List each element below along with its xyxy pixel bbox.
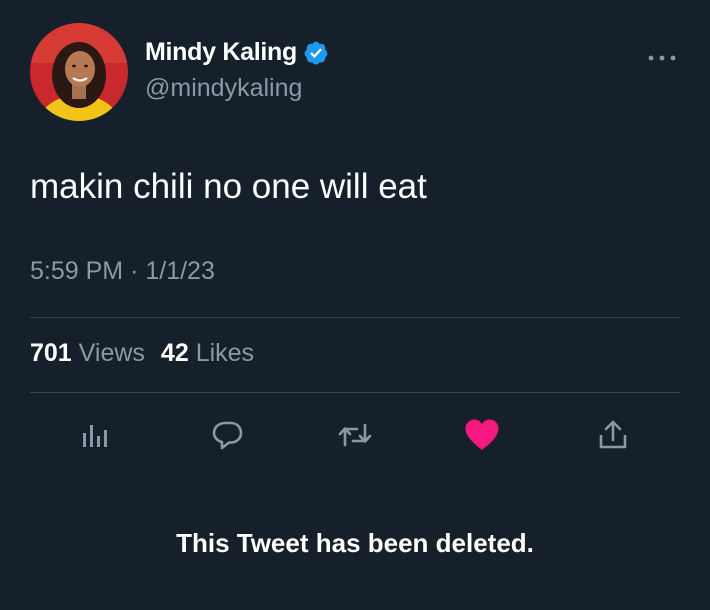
divider	[30, 317, 680, 318]
more-options-icon[interactable]	[647, 50, 677, 61]
tweet-time: 5:59 PM	[30, 257, 124, 285]
likes-count: 42	[160, 339, 189, 367]
name-row: Mindy Kaling	[145, 38, 329, 67]
views-count: 701	[30, 339, 72, 367]
analytics-icon[interactable]	[72, 412, 118, 458]
display-name[interactable]: Mindy Kaling	[145, 38, 297, 67]
engagement-stats: 701 Views 42 Likes	[30, 339, 270, 368]
tweet-card: Mindy Kaling @mindykaling makin chili no…	[0, 0, 710, 610]
views-label: Views	[78, 339, 145, 367]
reply-icon[interactable]	[205, 412, 251, 458]
deleted-notice: This Tweet has been deleted.	[176, 528, 534, 558]
likes-stat[interactable]: 42 Likes	[161, 339, 254, 368]
tweet-date: 1/1/23	[145, 257, 215, 285]
avatar[interactable]	[30, 23, 128, 121]
verified-badge-icon	[304, 41, 328, 65]
avatar-image	[30, 23, 128, 121]
like-icon[interactable]	[459, 412, 505, 458]
share-icon[interactable]	[590, 412, 636, 458]
user-handle[interactable]: @mindykaling	[145, 74, 302, 103]
retweet-icon[interactable]	[332, 412, 378, 458]
likes-label: Likes	[195, 339, 255, 367]
tweet-timestamp[interactable]: 5:59 PM · 1/1/23	[30, 257, 215, 286]
timestamp-separator: ·	[130, 257, 139, 285]
views-stat[interactable]: 701 Views	[30, 339, 145, 368]
divider	[30, 392, 680, 393]
tweet-text: makin chili no one will eat	[30, 167, 427, 206]
